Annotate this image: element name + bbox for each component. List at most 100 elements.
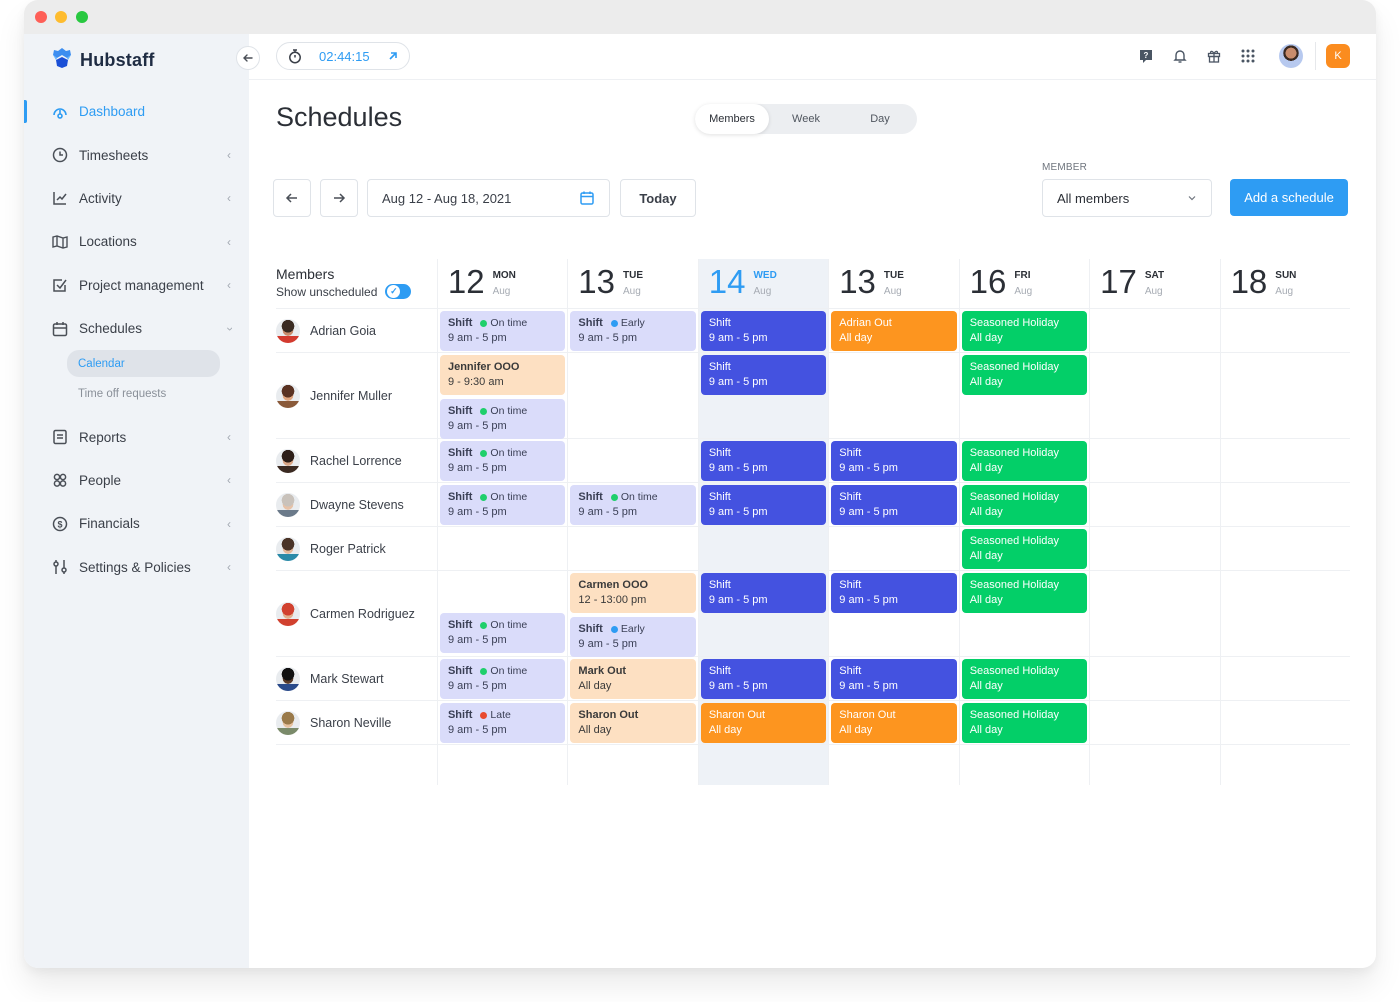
schedule-event[interactable]: Seasoned Holiday All day bbox=[961, 355, 1088, 395]
minimize-window-button[interactable] bbox=[55, 11, 67, 23]
day-cell[interactable]: Seasoned Holiday All day bbox=[958, 657, 1089, 700]
tab-week[interactable]: Week bbox=[769, 104, 843, 134]
maximize-window-button[interactable] bbox=[76, 11, 88, 23]
sidebar-item-timesheets[interactable]: Timesheets ‹ bbox=[24, 133, 249, 176]
day-cell[interactable] bbox=[828, 527, 958, 570]
schedule-event[interactable]: Sharon Out All day bbox=[570, 703, 696, 743]
day-header[interactable]: 14 WED Aug bbox=[697, 259, 829, 308]
member-cell[interactable]: Adrian Goia bbox=[276, 309, 437, 352]
day-cell[interactable]: Shift On time 9 am - 5 pm bbox=[436, 657, 567, 700]
day-cell[interactable]: Sharon Out All day bbox=[828, 701, 958, 744]
day-cell[interactable]: Seasoned Holiday All day bbox=[958, 527, 1089, 570]
sidebar-item-schedules[interactable]: Schedules ‹ bbox=[24, 307, 249, 350]
add-schedule-button[interactable]: Add a schedule bbox=[1230, 179, 1348, 216]
tab-members[interactable]: Members bbox=[695, 104, 769, 134]
member-cell[interactable]: Mark Stewart bbox=[276, 657, 437, 700]
day-header[interactable]: 18 SUN Aug bbox=[1219, 259, 1350, 308]
sidebar-subitem-calendar[interactable]: Calendar bbox=[67, 350, 220, 378]
day-cell[interactable] bbox=[1219, 701, 1350, 744]
day-cell[interactable] bbox=[567, 527, 697, 570]
day-cell[interactable]: Shift On time 9 am - 5 pm bbox=[436, 571, 567, 656]
day-cell[interactable]: Shift On time 9 am - 5 pm bbox=[567, 483, 697, 526]
day-cell[interactable]: Shift 9 am - 5 pm bbox=[828, 439, 958, 482]
day-cell[interactable]: Seasoned Holiday All day bbox=[958, 571, 1089, 656]
user-avatar[interactable] bbox=[1279, 44, 1303, 68]
schedule-event[interactable]: Shift 9 am - 5 pm bbox=[700, 573, 827, 613]
day-cell[interactable] bbox=[1219, 483, 1350, 526]
day-header[interactable]: 12 MON Aug bbox=[436, 259, 567, 308]
schedule-event[interactable]: Adrian Out All day bbox=[831, 311, 957, 351]
member-cell[interactable]: Roger Patrick bbox=[276, 527, 437, 570]
day-header[interactable]: 13 TUE Aug bbox=[567, 259, 697, 308]
day-cell[interactable]: Shift 9 am - 5 pm bbox=[697, 483, 829, 526]
help-icon[interactable]: ? bbox=[1129, 42, 1163, 70]
schedule-event[interactable]: Seasoned Holiday All day bbox=[961, 311, 1088, 351]
schedule-event[interactable]: Carmen OOO 12 - 13:00 pm bbox=[570, 573, 696, 613]
schedule-event[interactable]: Shift 9 am - 5 pm bbox=[831, 485, 957, 525]
schedule-event[interactable]: Shift 9 am - 5 pm bbox=[700, 485, 827, 525]
schedule-event[interactable]: Seasoned Holiday All day bbox=[961, 441, 1088, 481]
schedule-event[interactable]: Shift 9 am - 5 pm bbox=[831, 441, 957, 481]
sidebar-item-reports[interactable]: Reports ‹ bbox=[24, 415, 249, 458]
timer-widget[interactable]: 02:44:15 bbox=[276, 42, 410, 70]
day-cell[interactable] bbox=[567, 439, 697, 482]
next-week-button[interactable] bbox=[320, 179, 358, 217]
day-cell[interactable]: Sharon Out All day bbox=[567, 701, 697, 744]
sidebar-item-locations[interactable]: Locations ‹ bbox=[24, 220, 249, 263]
day-cell[interactable] bbox=[1219, 439, 1350, 482]
sidebar-item-dashboard[interactable]: Dashboard bbox=[24, 90, 249, 133]
schedule-event[interactable]: Seasoned Holiday All day bbox=[961, 573, 1088, 613]
day-cell[interactable]: Shift On time 9 am - 5 pm bbox=[436, 483, 567, 526]
member-filter-select[interactable]: All members bbox=[1042, 179, 1212, 217]
day-cell[interactable] bbox=[1089, 309, 1219, 352]
tab-day[interactable]: Day bbox=[843, 104, 917, 134]
day-cell[interactable] bbox=[1219, 309, 1350, 352]
day-cell[interactable]: Shift Late 9 am - 5 pm bbox=[436, 701, 567, 744]
schedule-event[interactable]: Shift On time 9 am - 5 pm bbox=[570, 485, 696, 525]
schedule-event[interactable]: Shift On time 9 am - 5 pm bbox=[439, 485, 566, 525]
day-cell[interactable]: Sharon Out All day bbox=[697, 701, 829, 744]
day-cell[interactable]: Shift 9 am - 5 pm bbox=[828, 571, 958, 656]
organization-badge[interactable]: K bbox=[1326, 44, 1350, 68]
day-cell[interactable]: Adrian Out All day bbox=[828, 309, 958, 352]
day-cell[interactable] bbox=[1089, 483, 1219, 526]
schedule-event[interactable]: Shift On time 9 am - 5 pm bbox=[439, 613, 566, 653]
schedule-event[interactable]: Shift 9 am - 5 pm bbox=[831, 659, 957, 699]
day-cell[interactable]: Shift 9 am - 5 pm bbox=[828, 657, 958, 700]
schedule-event[interactable]: Sharon Out All day bbox=[700, 703, 827, 743]
previous-week-button[interactable] bbox=[273, 179, 311, 217]
day-cell[interactable] bbox=[567, 353, 697, 438]
day-header[interactable]: 16 FRI Aug bbox=[958, 259, 1089, 308]
day-cell[interactable]: Shift 9 am - 5 pm bbox=[697, 439, 829, 482]
schedule-event[interactable]: Shift On time 9 am - 5 pm bbox=[439, 311, 566, 351]
day-cell[interactable]: Shift 9 am - 5 pm bbox=[697, 309, 829, 352]
day-cell[interactable] bbox=[1219, 657, 1350, 700]
schedule-event[interactable]: Shift On time 9 am - 5 pm bbox=[439, 399, 566, 439]
day-cell[interactable]: Seasoned Holiday All day bbox=[958, 353, 1089, 438]
day-cell[interactable]: Shift 9 am - 5 pm bbox=[697, 353, 829, 438]
bell-icon[interactable] bbox=[1163, 42, 1197, 70]
schedule-event[interactable]: Jennifer OOO 9 - 9:30 am bbox=[439, 355, 566, 395]
member-cell[interactable]: Dwayne Stevens bbox=[276, 483, 437, 526]
sidebar-item-financials[interactable]: $ Financials ‹ bbox=[24, 502, 249, 545]
schedule-event[interactable]: Shift Early 9 am - 5 pm bbox=[570, 311, 696, 351]
schedule-event[interactable]: Shift 9 am - 5 pm bbox=[700, 441, 827, 481]
day-cell[interactable] bbox=[1089, 353, 1219, 438]
day-cell[interactable] bbox=[1219, 571, 1350, 656]
day-header[interactable]: 13 TUE Aug bbox=[828, 259, 958, 308]
day-cell[interactable]: Shift 9 am - 5 pm bbox=[828, 483, 958, 526]
schedule-event[interactable]: Shift 9 am - 5 pm bbox=[700, 659, 827, 699]
schedule-event[interactable]: Shift Late 9 am - 5 pm bbox=[439, 703, 566, 743]
day-cell[interactable]: Jennifer OOO 9 - 9:30 am Shift On time 9 am … bbox=[436, 353, 567, 439]
day-cell[interactable]: Seasoned Holiday All day bbox=[958, 309, 1089, 352]
sidebar-item-settings-policies[interactable]: Settings & Policies ‹ bbox=[24, 546, 249, 589]
day-cell[interactable] bbox=[1089, 571, 1219, 656]
collapse-sidebar-button[interactable] bbox=[236, 46, 260, 70]
close-window-button[interactable] bbox=[35, 11, 47, 23]
schedule-event[interactable]: Seasoned Holiday All day bbox=[961, 529, 1088, 569]
sidebar-item-activity[interactable]: Activity ‹ bbox=[24, 177, 249, 220]
gift-icon[interactable] bbox=[1197, 42, 1231, 70]
day-cell[interactable]: Carmen OOO 12 - 13:00 pm Shift Early 9 am - … bbox=[567, 571, 697, 657]
day-cell[interactable]: Mark Out All day bbox=[567, 657, 697, 700]
schedule-event[interactable]: Sharon Out All day bbox=[831, 703, 957, 743]
